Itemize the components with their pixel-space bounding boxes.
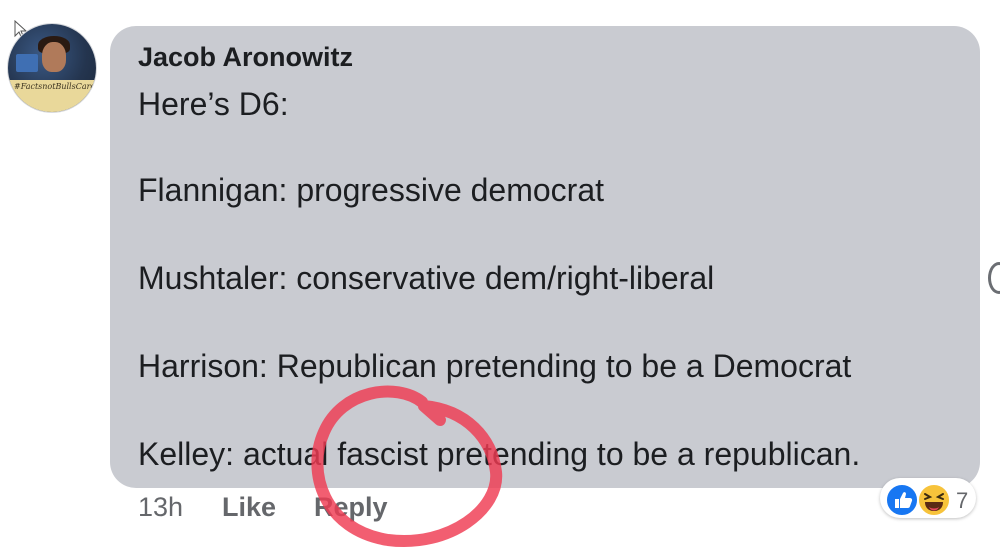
comment-line: Mushtaler: conservative dem/right-libera…: [138, 260, 715, 296]
avatar-face: [42, 42, 66, 72]
like-icon: [885, 483, 919, 517]
haha-icon: [917, 483, 951, 517]
comment-line: Here’s D6:: [138, 86, 289, 122]
comment-screenshot: #FactsnotBullsCare Jacob Aronowitz Here’…: [0, 0, 1000, 560]
avatar-banner-text: #FactsnotBullsCare: [14, 82, 96, 91]
comment-line: Harrison: Republican pretending to be a …: [138, 348, 852, 384]
partial-circle-icon: [988, 262, 1000, 294]
like-button[interactable]: Like: [222, 492, 276, 523]
avatar[interactable]: #FactsnotBullsCare: [8, 24, 96, 112]
comment-author[interactable]: Jacob Aronowitz: [138, 42, 353, 73]
comment-line: Kelley: actual fascist pretending to be …: [138, 436, 861, 472]
reply-button[interactable]: Reply: [314, 492, 388, 523]
avatar-sign: [16, 54, 38, 72]
reaction-count: 7: [956, 488, 969, 513]
comment-timestamp[interactable]: 13h: [138, 492, 183, 523]
comment-line: Flannigan: progressive democrat: [138, 172, 605, 208]
